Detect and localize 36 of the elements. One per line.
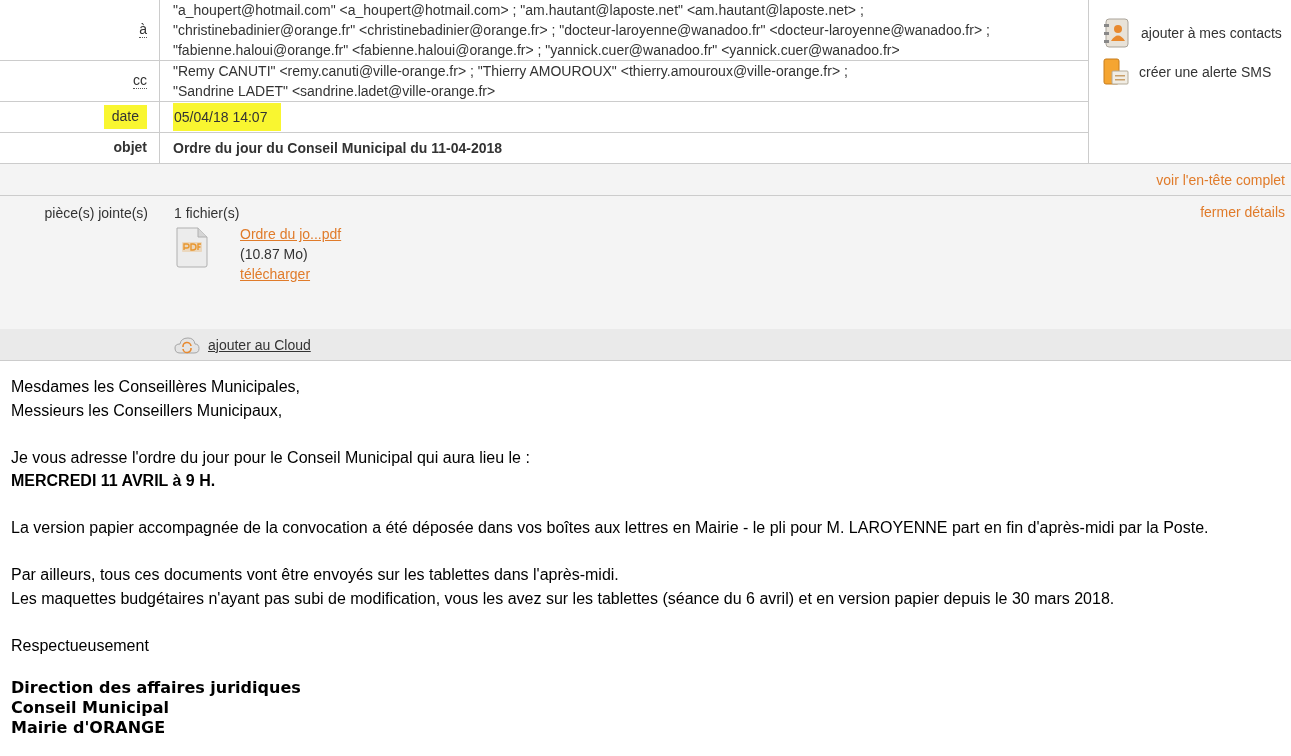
message-text: Messieurs les Conseillers Municipaux, — [11, 400, 284, 421]
message-text: La version papier accompagnée de la convocation a été déposée dans vos boîtes aux lettres en Mairie - le pli pour M. LAROYENNE part en fin d'après-midi par la Poste. — [11, 518, 1210, 538]
add-to-cloud-link[interactable]: ajouter au Cloud — [208, 336, 311, 353]
close-details-link[interactable]: fermer détails — [1200, 204, 1285, 329]
signature-line: Conseil Municipal — [11, 697, 170, 718]
recipient-line: "christinebadinier@orange.fr" <christinebadinier@orange.fr> ; "docteur-laroyenne@wanadoo.fr" <docteur-laroyenne@wanadoo.fr> ; — [173, 21, 990, 40]
recipient-line: "fabienne.haloui@orange.fr" <fabienne.haloui@orange.fr> ; "yannick.cuer@wanadoo.fr" <yannick.cuer@wanadoo.fr> — [173, 41, 900, 60]
message-text: MERCREDI 11 AVRIL à 9 H. — [11, 471, 217, 491]
full-header-link[interactable]: voir l'en-tête complet — [1156, 172, 1285, 188]
file-size: (10.87 Mo) — [240, 245, 309, 263]
download-link[interactable]: télécharger — [240, 266, 342, 282]
field-label: date — [103, 105, 147, 129]
field-label: objet — [113, 140, 147, 156]
field-label: cc — [133, 72, 147, 90]
message-text: Par ailleurs, tous ces documents vont être envoyés sur les tablettes dans l'après-midi. — [11, 565, 620, 585]
field-label: à — [139, 21, 147, 39]
recipient-line: "Sandrine LADET" <sandrine.ladet@ville-orange.fr> — [173, 82, 496, 101]
message-text: Mesdames les Conseillères Municipales, — [11, 377, 301, 397]
message-text: Je vous adresse l'ordre du jour pour le Conseil Municipal qui aura lieu le : — [11, 447, 531, 468]
phone-message-icon — [1103, 58, 1129, 86]
file-link[interactable]: Ordre du jo...pdf — [240, 226, 342, 242]
file-count: 1 fichier(s) — [174, 204, 241, 222]
pdf-file-icon — [174, 226, 210, 268]
signature-line: Direction des affaires juridiques — [11, 677, 302, 698]
message-text: Les maquettes budgétaires n'ayant pas subi de modification, vous les avez sur les tablettes (séance du 6 avril) et en version papier depuis le 30 mars 2018. — [11, 588, 1116, 609]
recipient-line: "Remy CANUTI" <remy.canuti@ville-orange.fr> ; "Thierry AMOUROUX" <thierry.amouroux@ville-orange.fr> ; — [173, 62, 848, 81]
signature-line: Mairie d'ORANGE — [11, 717, 167, 738]
date-text: 05/04/18 14:07 — [173, 103, 282, 131]
cloud-sync-icon — [174, 335, 200, 354]
message-text: Respectueusement — [11, 635, 150, 656]
subject-text: Ordre du jour du Conseil Municipal du 11-04-2018 — [173, 139, 503, 158]
header-action-link[interactable]: créer une alerte SMS — [1103, 58, 1291, 86]
recipient-line: "a_houpert@hotmail.com" <a_houpert@hotmail.com> ; "am.hautant@laposte.net" <am.hautant@laposte.net> ; — [173, 1, 864, 20]
attachments-label: pièce(s) jointe(s) — [43, 204, 149, 222]
header-action-link[interactable]: ajouter à mes contacts — [1103, 18, 1291, 48]
address-book-icon — [1103, 18, 1131, 48]
